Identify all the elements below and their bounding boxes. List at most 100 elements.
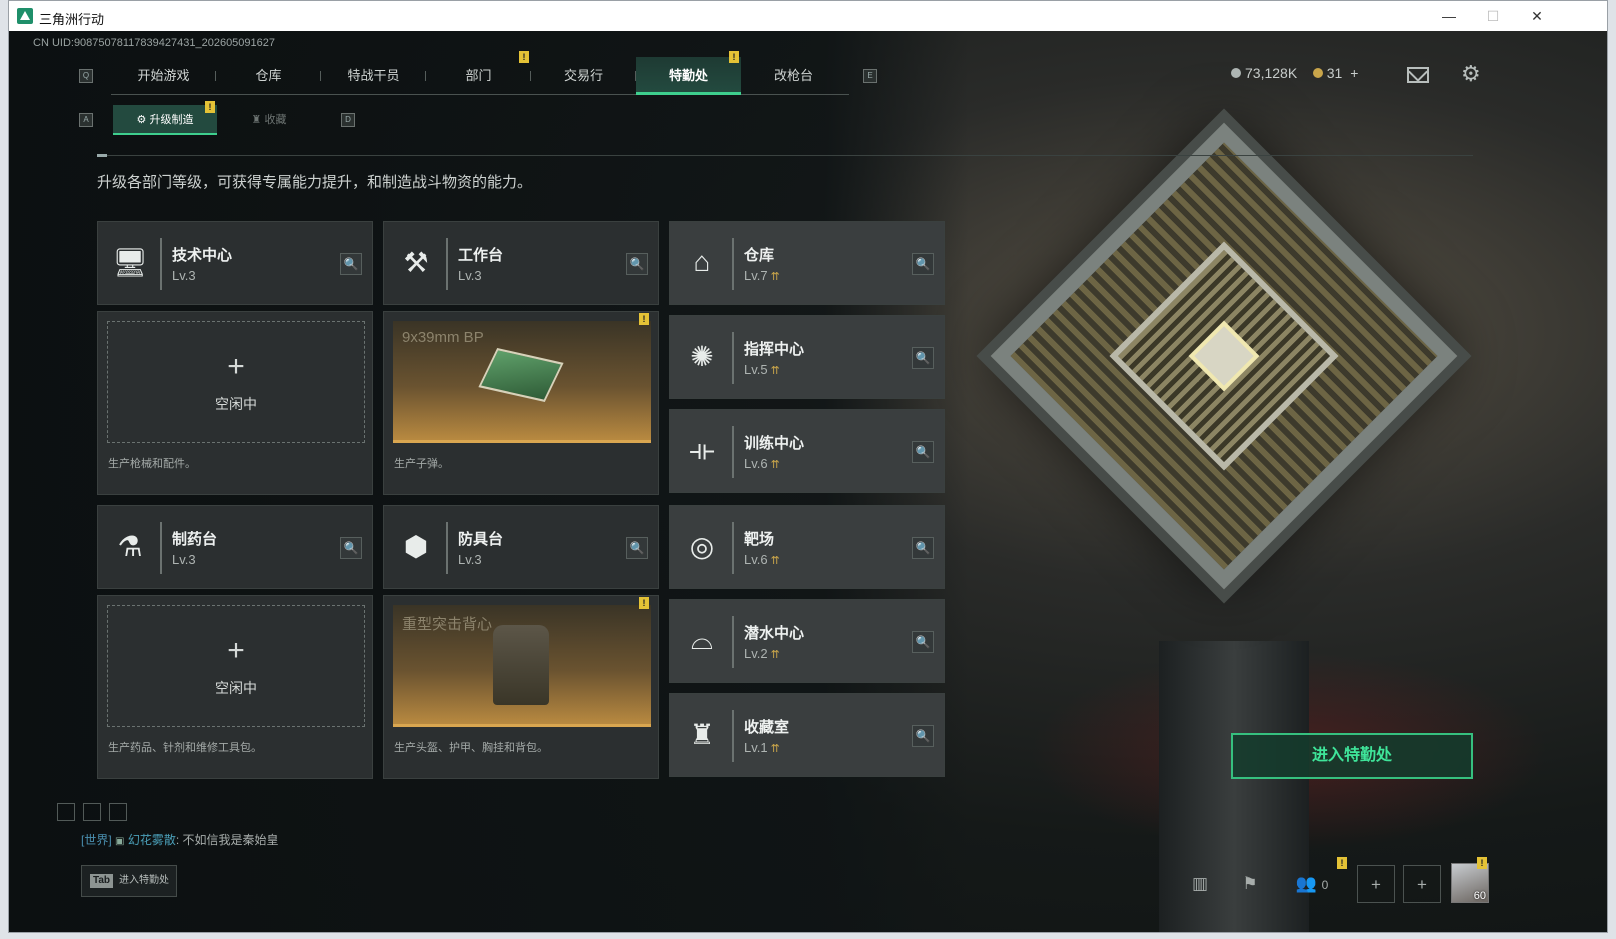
hafu-coin-icon <box>1231 68 1241 78</box>
gear-icon[interactable]: ⚙ <box>1461 61 1481 87</box>
dept-card-diving-center[interactable]: ⌓ 潜水中心 Lv.2 ⇈ 🔍 <box>669 599 945 683</box>
dept-level: Lv.3 <box>172 268 196 283</box>
dept-name: 收藏室 <box>744 719 790 736</box>
divider-mark <box>97 154 107 157</box>
dept-level: Lv.3 <box>172 552 196 567</box>
collection-icon: ♜ <box>689 718 715 750</box>
special-ops-cube-art <box>990 122 1458 590</box>
chat-channel: [世界] <box>81 833 112 847</box>
dept-card-training-center[interactable]: ⟛ 训练中心 Lv.6 ⇈ 🔍 <box>669 409 945 493</box>
search-icon[interactable]: 🔍 <box>912 253 934 275</box>
dept-level: Lv.5 ⇈ <box>744 362 780 377</box>
plus-icon: + <box>227 634 245 667</box>
dept-level: Lv.3 <box>458 552 482 567</box>
dept-level: Lv.6 ⇈ <box>744 456 780 471</box>
maximize-button[interactable]: ☐ <box>1471 1 1515 31</box>
add-teammate-button[interactable]: + <box>1403 865 1441 903</box>
collection-icon: ♜ <box>251 114 265 126</box>
pharmacy-slot[interactable]: + 空闲中 生产药品、针剂和维修工具包。 <box>97 595 373 779</box>
slot-caption: 生产药品、针剂和维修工具包。 <box>108 742 262 754</box>
key-hint-a: A <box>79 113 93 127</box>
search-icon[interactable]: 🔍 <box>340 253 362 275</box>
key-hint-d: D <box>341 113 355 127</box>
close-button[interactable]: ✕ <box>1515 1 1559 31</box>
tab-hint-label: 进入特勤处 <box>119 875 170 886</box>
slot-status: 空闲中 <box>215 680 257 696</box>
flag-icon[interactable]: ⚑ <box>1231 865 1269 903</box>
slot-caption: 生产子弹。 <box>394 458 449 470</box>
dept-card-armor-bench[interactable]: ⬢ 防具台 Lv.3 🔍 <box>383 505 659 589</box>
avatar[interactable]: 60 <box>1451 863 1489 903</box>
crafting-item[interactable]: 重型突击背心 <box>393 605 651 727</box>
alert-badge: ! <box>519 51 529 63</box>
tab-hint[interactable]: Tab 进入特勤处 <box>81 865 177 897</box>
crafting-item[interactable]: 9x39mm BP <box>393 321 651 443</box>
search-icon[interactable]: 🔍 <box>912 725 934 747</box>
dept-name: 工作台 <box>458 247 504 264</box>
tab-special-ops[interactable]: 特勤处 <box>636 57 741 95</box>
tab-departments[interactable]: 部门 <box>426 57 531 95</box>
dept-name: 训练中心 <box>744 435 805 452</box>
tab-gunsmith[interactable]: 改枪台 <box>741 57 846 95</box>
friends-button[interactable]: 👥 0 <box>1287 865 1337 903</box>
friends-count: 0 <box>1321 878 1329 892</box>
empty-slot[interactable]: + 空闲中 <box>107 605 365 727</box>
dept-card-command-center[interactable]: ✺ 指挥中心 Lv.5 ⇈ 🔍 <box>669 315 945 399</box>
dept-card-tech-center[interactable]: 🖥 技术中心 Lv.3 🔍 <box>97 221 373 305</box>
dept-level: Lv.2 ⇈ <box>744 646 780 661</box>
key-hint-q: Q <box>79 69 93 83</box>
armor-bench-slot[interactable]: 重型突击背心 生产头盔、护甲、胸挂和背包。 <box>383 595 659 779</box>
chat-username[interactable]: 幻花雾散 <box>128 833 176 847</box>
upgrade-arrow-icon: ⇈ <box>770 271 780 283</box>
alert-badge: ! <box>639 313 649 325</box>
item-name: 重型突击背心 <box>402 616 493 633</box>
add-teammate-button[interactable]: + <box>1357 865 1395 903</box>
dept-name: 技术中心 <box>172 247 233 264</box>
hammer-wrench-icon: ⚒ <box>403 246 429 278</box>
search-icon[interactable]: 🔍 <box>912 537 934 559</box>
mail-icon[interactable] <box>1407 67 1429 83</box>
alert-badge: ! <box>1477 857 1487 869</box>
search-icon[interactable]: 🔍 <box>626 253 648 275</box>
dept-name: 指挥中心 <box>744 341 805 358</box>
tab-start-game[interactable]: 开始游戏 <box>111 57 216 95</box>
tech-center-slot[interactable]: + 空闲中 生产枪械和配件。 <box>97 311 373 495</box>
game-viewport: CN UID:9087507811783942743​1_20260509162… <box>9 31 1607 932</box>
divider <box>99 155 1473 156</box>
tab-trade[interactable]: 交易行 <box>531 57 636 95</box>
search-icon[interactable]: 🔍 <box>912 631 934 653</box>
coin-amount: 31 <box>1326 65 1343 81</box>
slot-caption: 生产枪械和配件。 <box>108 458 196 470</box>
minimize-button[interactable]: — <box>1427 1 1471 31</box>
dept-level: Lv.6 ⇈ <box>744 552 780 567</box>
stats-icon[interactable]: ▥ <box>1181 865 1219 903</box>
app-window: 三角洲行动 — ☐ ✕ CN UID:9087507811783942743​1… <box>8 0 1608 933</box>
dept-card-workbench[interactable]: ⚒ 工作台 Lv.3 🔍 <box>383 221 659 305</box>
ammo-box-image <box>478 347 564 403</box>
tab-operators[interactable]: 特战干员 <box>321 57 426 95</box>
tab-warehouse[interactable]: 仓库 <box>216 57 321 95</box>
add-coin-button[interactable]: + <box>1350 65 1358 81</box>
dept-card-warehouse[interactable]: ⌂ 仓库 Lv.7 ⇈ 🔍 <box>669 221 945 305</box>
upgrade-arrow-icon: ⇈ <box>770 365 780 377</box>
search-icon[interactable]: 🔍 <box>912 347 934 369</box>
dept-name: 潜水中心 <box>744 625 805 642</box>
subtab-collection[interactable]: ♜ 收藏 <box>217 105 321 135</box>
enter-special-ops-button[interactable]: 进入特勤处 <box>1231 733 1473 779</box>
delta-coin-icon <box>1312 68 1323 78</box>
search-icon[interactable]: 🔍 <box>626 537 648 559</box>
dept-card-shooting-range[interactable]: ◎ 靶场 Lv.6 ⇈ 🔍 <box>669 505 945 589</box>
workbench-slot[interactable]: 9x39mm BP 生产子弹。 <box>383 311 659 495</box>
search-icon[interactable]: 🔍 <box>340 537 362 559</box>
upgrade-arrow-icon: ⇈ <box>770 649 780 661</box>
dept-level: Lv.7 ⇈ <box>744 268 780 283</box>
search-icon[interactable]: 🔍 <box>912 441 934 463</box>
dept-card-collection-room[interactable]: ♜ 收藏室 Lv.1 ⇈ 🔍 <box>669 693 945 777</box>
empty-slot[interactable]: + 空闲中 <box>107 321 365 443</box>
dept-card-pharmacy[interactable]: ⚗ 制药台 Lv.3 🔍 <box>97 505 373 589</box>
subtab-upgrade-craft[interactable]: ⚙ 升级制造 <box>113 105 217 135</box>
friends-icon: 👥 <box>1295 874 1317 893</box>
upgrade-arrow-icon: ⇈ <box>770 743 780 755</box>
chat-line[interactable]: [世界] ▣ 幻花雾散: 不如信我是秦始皇 <box>81 831 279 848</box>
dept-name: 仓库 <box>744 247 775 264</box>
